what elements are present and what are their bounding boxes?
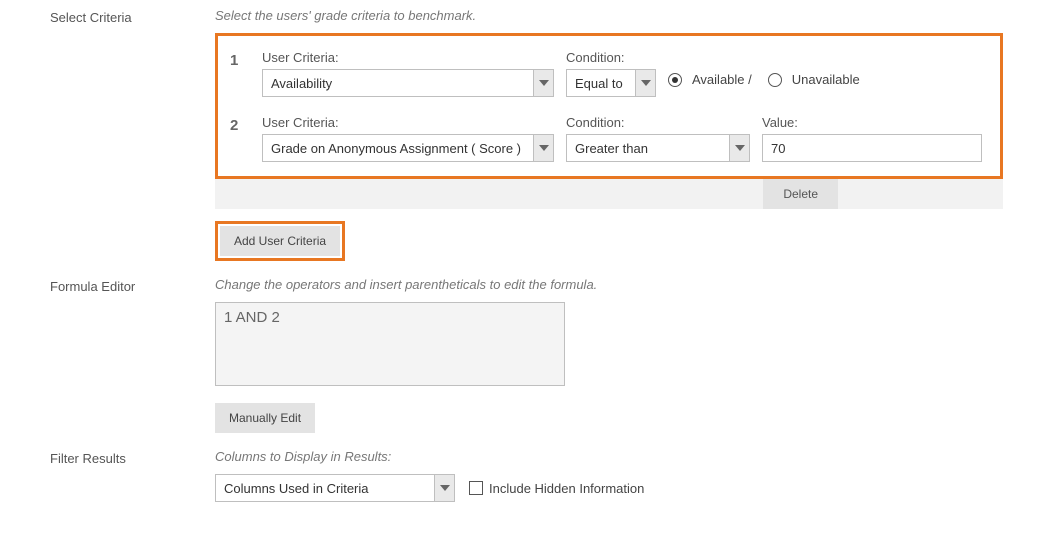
- condition-select[interactable]: Greater than: [566, 134, 750, 162]
- chevron-down-icon: [434, 475, 454, 501]
- condition-value: Equal to: [575, 76, 623, 91]
- chevron-down-icon: [729, 135, 749, 161]
- section-label-formula-editor: Formula Editor: [0, 277, 215, 294]
- add-criteria-highlight-box: Add User Criteria: [215, 221, 345, 261]
- chevron-down-icon: [533, 135, 553, 161]
- value-input[interactable]: [762, 134, 982, 162]
- user-criteria-label: User Criteria:: [262, 50, 554, 65]
- criteria-row: 1 User Criteria: Availability Condition:…: [230, 46, 988, 111]
- columns-display-value: Columns Used in Criteria: [224, 481, 369, 496]
- chevron-down-icon: [533, 70, 553, 96]
- formula-editor-hint: Change the operators and insert parenthe…: [215, 277, 1003, 292]
- criteria-row: 2 User Criteria: Grade on Anonymous Assi…: [230, 111, 988, 166]
- section-label-filter-results: Filter Results: [0, 449, 215, 466]
- chevron-down-icon: [635, 70, 655, 96]
- user-criteria-value: Availability: [271, 76, 332, 91]
- section-label-select-criteria: Select Criteria: [0, 8, 215, 25]
- radio-available[interactable]: [668, 73, 682, 87]
- add-user-criteria-button[interactable]: Add User Criteria: [220, 226, 340, 256]
- user-criteria-label: User Criteria:: [262, 115, 554, 130]
- include-hidden-label-wrap[interactable]: Include Hidden Information: [469, 481, 644, 496]
- condition-select[interactable]: Equal to: [566, 69, 656, 97]
- user-criteria-select[interactable]: Grade on Anonymous Assignment ( Score ): [262, 134, 554, 162]
- delete-button[interactable]: Delete: [763, 179, 838, 209]
- criteria-highlight-box: 1 User Criteria: Availability Condition:…: [215, 33, 1003, 179]
- criteria-row-number: 1: [230, 50, 250, 69]
- filter-results-hint: Columns to Display in Results:: [215, 449, 1003, 464]
- radio-unavailable[interactable]: [768, 73, 782, 87]
- criteria-row-number: 2: [230, 115, 250, 134]
- radio-available-label: Available /: [692, 72, 752, 87]
- radio-unavailable-label: Unavailable: [792, 72, 860, 87]
- condition-value: Greater than: [575, 141, 648, 156]
- include-hidden-label: Include Hidden Information: [489, 481, 644, 496]
- delete-bar: Delete: [215, 179, 1003, 209]
- user-criteria-value: Grade on Anonymous Assignment ( Score ): [271, 141, 521, 156]
- value-label: Value:: [762, 115, 982, 130]
- condition-label: Condition:: [566, 115, 750, 130]
- include-hidden-checkbox[interactable]: [469, 481, 483, 495]
- condition-label: Condition:: [566, 50, 656, 65]
- manually-edit-button[interactable]: Manually Edit: [215, 403, 315, 433]
- columns-display-select[interactable]: Columns Used in Criteria: [215, 474, 455, 502]
- formula-textarea: [215, 302, 565, 386]
- user-criteria-select[interactable]: Availability: [262, 69, 554, 97]
- select-criteria-hint: Select the users' grade criteria to benc…: [215, 8, 1003, 23]
